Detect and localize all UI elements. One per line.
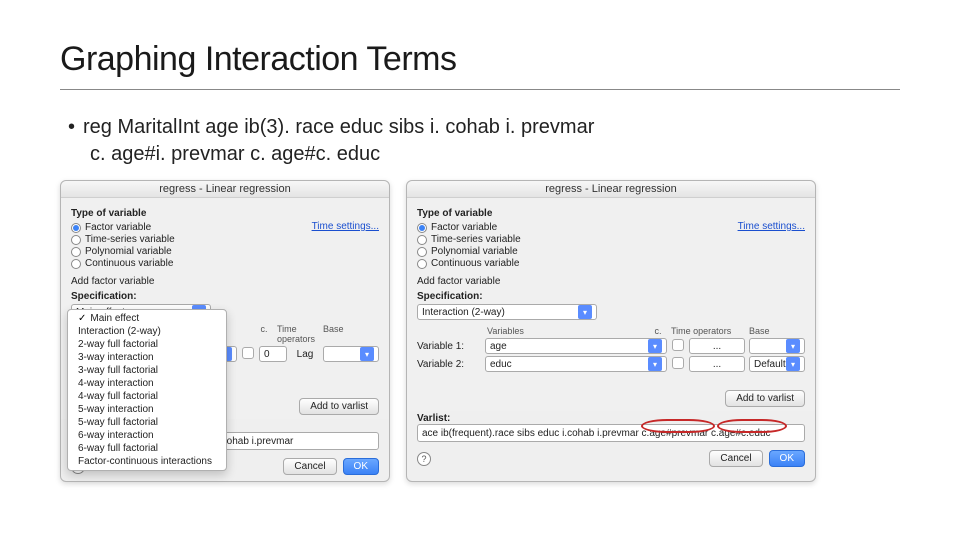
popup-item-main-effect[interactable]: Main effect — [68, 312, 226, 325]
radio-time-series-variable[interactable] — [417, 235, 427, 245]
radio-factor-variable[interactable] — [417, 223, 427, 233]
variable2-label: Variable 2: — [417, 359, 481, 370]
chevron-down-icon: ▾ — [648, 339, 662, 353]
col-time-operators: Time operators — [671, 326, 743, 336]
ok-button[interactable]: OK — [343, 458, 379, 475]
bullet-dot: • — [68, 114, 75, 141]
screenshots-row: regress - Linear regression Type of vari… — [60, 180, 900, 482]
add-to-varlist-button[interactable]: Add to varlist — [725, 390, 805, 407]
bullet-line-1: reg MaritalInt age ib(3). race educ sibs… — [83, 114, 594, 141]
chevron-down-icon: ▾ — [360, 347, 374, 361]
c-checkbox[interactable] — [242, 347, 254, 359]
base-select[interactable]: ▾ — [323, 346, 379, 362]
variable1-label: Variable 1: — [417, 341, 481, 352]
popup-item-interaction-2way[interactable]: Interaction (2-way) — [68, 325, 226, 338]
left-dialog: regress - Linear regression Type of vari… — [60, 180, 390, 482]
type-of-variable-label: Type of variable — [417, 208, 805, 219]
popup-item-5way-interaction[interactable]: 5-way interaction — [68, 403, 226, 416]
add-to-varlist-button[interactable]: Add to varlist — [299, 398, 379, 415]
radio-label: Factor variable — [85, 222, 151, 233]
base-select[interactable]: Default▾ — [749, 356, 805, 372]
col-base: Base — [323, 324, 379, 344]
popup-item-4way-full-factorial[interactable]: 4-way full factorial — [68, 390, 226, 403]
popup-item-4way-interaction[interactable]: 4-way interaction — [68, 377, 226, 390]
dialog-title: regress - Linear regression — [61, 181, 389, 198]
add-factor-label: Add factor variable — [417, 276, 805, 287]
radio-continuous-variable[interactable] — [417, 259, 427, 269]
popup-item-6way-interaction[interactable]: 6-way interaction — [68, 429, 226, 442]
chevron-down-icon: ▾ — [648, 357, 662, 371]
col-variables: Variables — [487, 326, 645, 336]
varlist-value: ace ib(frequent).race sibs educ i.cohab … — [422, 428, 771, 439]
radio-group: Factor variable Time-series variable Pol… — [71, 221, 175, 270]
specification-label: Specification: — [71, 291, 379, 302]
radio-label: Time-series variable — [85, 234, 175, 245]
cancel-button[interactable]: Cancel — [283, 458, 336, 475]
popup-item-6way-full-factorial[interactable]: 6-way full factorial — [68, 442, 226, 455]
specification-label: Specification: — [417, 291, 805, 302]
specification-value: Interaction (2-way) — [422, 307, 505, 318]
radio-polynomial-variable[interactable] — [71, 247, 81, 257]
popup-item-factor-continuous[interactable]: Factor-continuous interactions — [68, 455, 226, 468]
radio-label: Polynomial variable — [85, 246, 172, 257]
popup-item-3way-interaction[interactable]: 3-way interaction — [68, 351, 226, 364]
time-operator-input[interactable]: ... — [689, 356, 745, 372]
col-c: c. — [651, 326, 665, 336]
variable1-input[interactable]: age ▾ — [485, 338, 667, 354]
radio-time-series-variable[interactable] — [71, 235, 81, 245]
dialog-title: regress - Linear regression — [407, 181, 815, 198]
title-underline — [60, 89, 900, 90]
slide: Graphing Interaction Terms • reg Marital… — [0, 0, 960, 540]
base-select[interactable]: ▾ — [749, 338, 805, 354]
radio-label: Polynomial variable — [431, 246, 518, 257]
help-icon[interactable]: ? — [417, 452, 431, 466]
specification-popup: Main effect Interaction (2-way) 2-way fu… — [67, 309, 227, 471]
add-factor-label: Add factor variable — [71, 276, 379, 287]
time-step[interactable]: 0 — [259, 346, 287, 362]
popup-item-2way-full-factorial[interactable]: 2-way full factorial — [68, 338, 226, 351]
lag-label: Lag — [291, 349, 319, 360]
time-settings-link[interactable]: Time settings... — [738, 221, 805, 232]
right-dialog: regress - Linear regression Type of vari… — [406, 180, 816, 482]
bullet-text: • reg MaritalInt age ib(3). race educ si… — [68, 114, 900, 168]
chevron-down-icon: ▾ — [578, 305, 592, 319]
radio-group: Factor variable Time-series variable Pol… — [417, 221, 521, 270]
popup-item-5way-full-factorial[interactable]: 5-way full factorial — [68, 416, 226, 429]
ok-button[interactable]: OK — [769, 450, 805, 467]
varlist-label: Varlist: — [417, 413, 805, 424]
variable1-value: age — [490, 341, 507, 352]
col-base: Base — [749, 326, 805, 336]
radio-label: Continuous variable — [85, 258, 173, 269]
chevron-down-icon: ▾ — [786, 339, 800, 353]
variable2-value: educ — [490, 359, 512, 370]
varlist-input[interactable]: ace ib(frequent).race sibs educ i.cohab … — [417, 424, 805, 442]
col-time-operators: Time operators — [277, 324, 317, 344]
radio-polynomial-variable[interactable] — [417, 247, 427, 257]
c-checkbox[interactable] — [672, 357, 684, 369]
radio-continuous-variable[interactable] — [71, 259, 81, 269]
chevron-down-icon: ▾ — [786, 357, 800, 371]
specification-select[interactable]: Interaction (2-way) ▾ — [417, 304, 597, 320]
radio-factor-variable[interactable] — [71, 223, 81, 233]
popup-item-3way-full-factorial[interactable]: 3-way full factorial — [68, 364, 226, 377]
radio-label: Factor variable — [431, 222, 497, 233]
page-title: Graphing Interaction Terms — [60, 40, 900, 79]
c-checkbox[interactable] — [672, 339, 684, 351]
radio-label: Time-series variable — [431, 234, 521, 245]
bullet-line-2: c. age#i. prevmar c. age#c. educ — [90, 141, 900, 168]
time-operator-input[interactable]: ... — [689, 338, 745, 354]
radio-label: Continuous variable — [431, 258, 519, 269]
variable2-input[interactable]: educ ▾ — [485, 356, 667, 372]
type-of-variable-label: Type of variable — [71, 208, 379, 219]
time-settings-link[interactable]: Time settings... — [312, 221, 379, 232]
cancel-button[interactable]: Cancel — [709, 450, 762, 467]
col-c: c. — [257, 324, 271, 344]
